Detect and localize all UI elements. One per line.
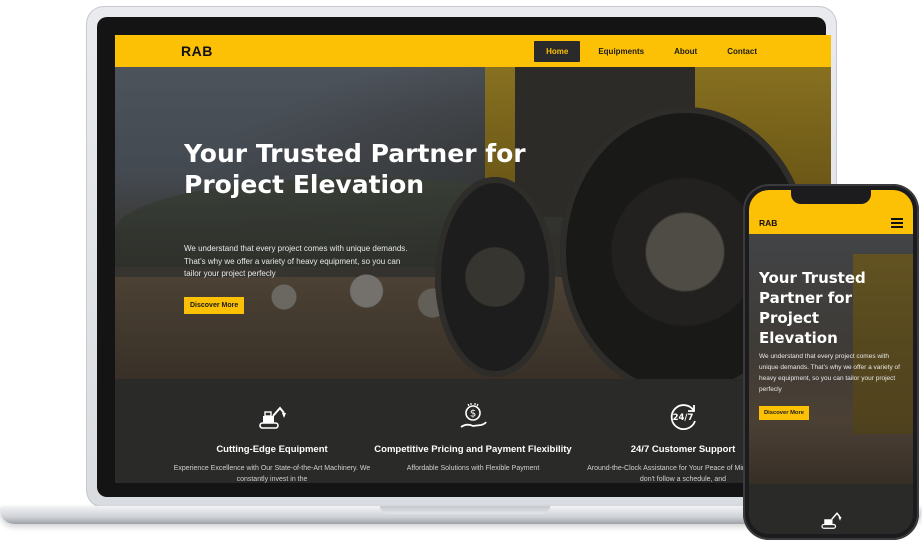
phone-notch [791,190,871,204]
device-mockup-stage: RAB Home Equipments About Contact Your T… [0,0,922,540]
excavator-icon [259,406,286,429]
phone-frame: RAB Your Trusted Partner for Project Ele… [743,184,919,540]
features-section: Cutting-Edge Equipment Experience Excell… [115,379,831,483]
feature-card-pricing: $ Competitive Pricing and Payment Flexib… [373,379,573,474]
mobile-hero-description: We understand that every project comes w… [759,353,900,393]
hero-title: Your Trusted Partner for Project Elevati… [184,139,526,199]
site-navbar: RAB Home Equipments About Contact [115,35,831,67]
discover-more-button[interactable]: Discover More [184,297,245,314]
hamburger-icon[interactable] [891,218,903,228]
nav-item-equipments[interactable]: Equipments [586,41,656,62]
laptop-base-notch [380,506,550,514]
hero-overlay [115,67,831,379]
hero-section: Your Trusted Partner for Project Elevati… [115,67,831,379]
excavator-icon [821,512,842,529]
hero-description: We understand that every project comes w… [184,244,408,278]
mobile-discover-more-button[interactable]: Discover More [759,406,809,420]
phone-screen: RAB Your Trusted Partner for Project Ele… [749,190,913,534]
laptop-screen: RAB Home Equipments About Contact Your T… [115,35,831,483]
feature-title: Competitive Pricing and Payment Flexibil… [374,444,572,455]
feature-text: Experience Excellence with Our State-of-… [173,465,371,483]
nav-menu: Home Equipments About Contact [534,41,769,62]
nav-item-home[interactable]: Home [534,41,581,62]
feature-card-equipment: Cutting-Edge Equipment Experience Excell… [172,379,372,483]
svg-text:$: $ [470,409,476,420]
nav-item-about[interactable]: About [662,41,709,62]
dollar-hand-icon: $ [460,403,487,428]
mobile-hero-title: Your Trusted Partner for Project Elevati… [759,269,866,347]
laptop-bezel: RAB Home Equipments About Contact Your T… [97,17,831,497]
laptop-frame: RAB Home Equipments About Contact Your T… [86,6,837,508]
feature-text: Affordable Solutions with Flexible Payme… [406,465,540,472]
feature-title: Cutting-Edge Equipment [216,444,328,455]
mobile-site-logo[interactable]: RAB [759,218,777,228]
svg-text:24/7: 24/7 [673,413,694,423]
nav-item-contact[interactable]: Contact [715,41,769,62]
support-24-7-icon: 24/7 [670,404,696,430]
site-logo[interactable]: RAB [181,43,213,59]
